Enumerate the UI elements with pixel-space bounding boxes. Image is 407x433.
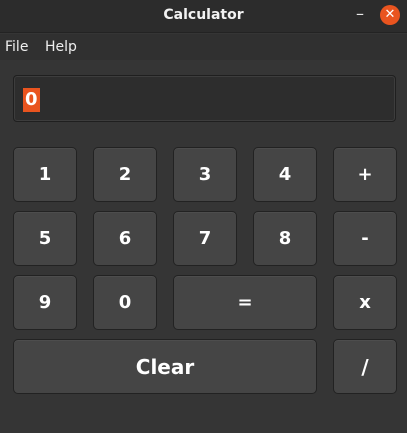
key-6-button[interactable]: 6: [93, 211, 157, 266]
multiply-button[interactable]: x: [333, 275, 397, 330]
minus-button[interactable]: -: [333, 211, 397, 266]
equals-button[interactable]: =: [173, 275, 317, 330]
display-field[interactable]: 0: [13, 75, 396, 122]
key-9-button[interactable]: 9: [13, 275, 77, 330]
key-2-button[interactable]: 2: [93, 147, 157, 202]
key-0-button[interactable]: 0: [93, 275, 157, 330]
key-5-button[interactable]: 5: [13, 211, 77, 266]
key-4-button[interactable]: 4: [253, 147, 317, 202]
key-8-button[interactable]: 8: [253, 211, 317, 266]
minimize-icon[interactable]: –: [350, 5, 370, 25]
key-7-button[interactable]: 7: [173, 211, 237, 266]
menu-bar: File Help: [0, 34, 407, 60]
menu-file[interactable]: File: [5, 39, 28, 55]
divide-button[interactable]: /: [333, 339, 397, 394]
menu-help[interactable]: Help: [45, 39, 77, 55]
title-bar: Calculator – ✕: [0, 0, 407, 33]
key-3-button[interactable]: 3: [173, 147, 237, 202]
clear-button[interactable]: Clear: [13, 339, 317, 394]
key-1-button[interactable]: 1: [13, 147, 77, 202]
plus-button[interactable]: +: [333, 147, 397, 202]
display-value: 0: [23, 88, 40, 112]
window-title: Calculator: [163, 7, 244, 23]
close-icon[interactable]: ✕: [380, 5, 400, 25]
